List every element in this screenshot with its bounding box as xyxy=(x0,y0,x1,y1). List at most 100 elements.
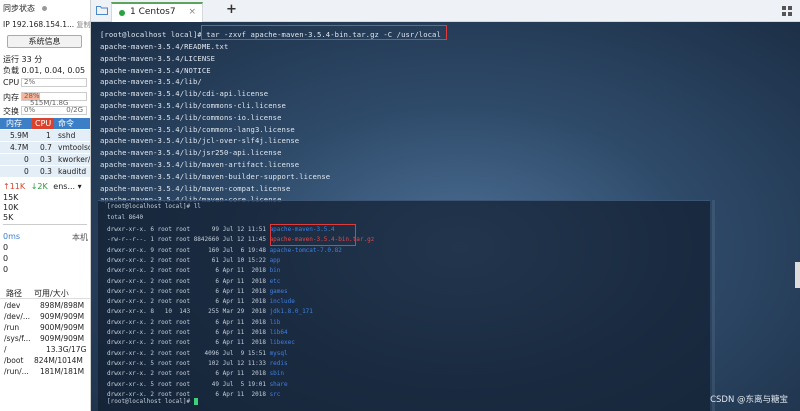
process-row[interactable]: 0 0.3 kauditd xyxy=(0,166,90,177)
terminal-output-line: apache-maven-3.5.4/lib/cdi-api.license xyxy=(100,89,269,99)
disk-row[interactable]: /dev 898M/898M xyxy=(0,300,90,311)
listing-meta: drwxr-xr-x. 6 root root 99 Jul 12 11:51 xyxy=(107,226,270,233)
listing-row: drwxr-xr-x. 9 root root 160 Jul 6 19:48 … xyxy=(107,247,342,254)
latency-value: 0ms xyxy=(3,232,21,241)
mem-label: 内存 xyxy=(3,93,19,102)
listing-filename: apache-tomcat-7.0.82 xyxy=(269,246,342,254)
listing-meta: drwxr-xr-x. 2 root root 6 Apr 11 2018 xyxy=(107,287,270,295)
col-cpu[interactable]: CPU xyxy=(32,118,55,129)
divider xyxy=(3,224,87,225)
terminal-output-line: apache-maven-3.5.4/lib/commons-lang3.lic… xyxy=(100,124,295,134)
disk-row[interactable]: /run/... 181M/181M xyxy=(0,366,90,377)
listing-row: drwxr-xr-x. 5 root root 102 Jul 12 11:33… xyxy=(107,360,288,367)
listing-meta: drwxr-xr-x. 9 root root 160 Jul 6 19:48 xyxy=(107,246,270,254)
listing-meta: drwxr-xr-x. 2 root root 6 Apr 11 2018 xyxy=(107,277,270,285)
process-row[interactable]: 5.9M 1 sshd xyxy=(0,130,90,141)
listing-filename: redis xyxy=(269,359,288,367)
inner-scrollbar[interactable] xyxy=(712,200,715,411)
listing-meta: drwxr-xr-x. 5 root root 49 Jul 5 19:01 xyxy=(107,380,270,388)
terminal-output-line: apache-maven-3.5.4/lib/maven-builder-sup… xyxy=(100,171,331,181)
close-icon[interactable]: × xyxy=(188,4,196,21)
terminal-output-line: apache-maven-3.5.4/lib/commons-io.licens… xyxy=(100,112,282,122)
listing-row: drwxr-xr-x. 2 root root 6 Apr 11 2018 sr… xyxy=(107,391,280,398)
scrollbar[interactable] xyxy=(795,262,800,288)
listing-meta: drwxr-xr-x. 2 root root 4096 Jul 9 15:51 xyxy=(107,349,270,357)
system-info-button[interactable]: 系统信息 xyxy=(7,35,82,48)
ip-row: IP 192.168.154.1... 复制 xyxy=(3,20,91,29)
watermark: CSDN @东离与糖宝 xyxy=(710,395,788,405)
process-row[interactable]: 0 0.3 kworker/ xyxy=(0,154,90,165)
sidebar: 同步状态 IP 192.168.154.1... 复制 系统信息 运行 33 分… xyxy=(0,0,91,411)
tab-bar: 1 Centos7 × + xyxy=(91,0,800,22)
terminal[interactable]: [root@localhost local]# tar -zxvf apache… xyxy=(91,22,800,411)
add-tab-button[interactable]: + xyxy=(226,2,237,17)
listing-filename: app xyxy=(269,256,281,264)
disk-row[interactable]: /sys/f... 909M/909M xyxy=(0,333,90,344)
grid-icon[interactable] xyxy=(782,6,792,16)
terminal-output-line: apache-maven-3.5.4/lib/commons-cli.licen… xyxy=(100,101,286,110)
cursor xyxy=(193,398,198,405)
connected-dot-icon xyxy=(119,10,125,16)
listing-meta: drwxr-xr-x. 2 root root 6 Apr 11 2018 xyxy=(107,329,270,336)
listing-row: drwxr-xr-x. 2 root root 6 Apr 11 2018 bi… xyxy=(107,267,280,274)
listing-filename: lib xyxy=(269,318,281,326)
terminal-output-line: apache-maven-3.5.4/LICENSE xyxy=(100,53,216,63)
listing-row: drwxr-xr-x. 2 root root 6 Apr 11 2018 li… xyxy=(107,329,288,336)
listing-filename: etc xyxy=(269,277,281,285)
listing-row: drwxr-xr-x. 2 root root 4096 Jul 9 15:51… xyxy=(107,350,288,357)
tab-centos7[interactable]: 1 Centos7 × xyxy=(111,2,203,22)
network-row: ↑11K ↓2K ens... ▾ xyxy=(3,182,82,191)
listing-filename: bin xyxy=(269,267,281,275)
listing-meta: drwxr-xr-x. 2 root root 6 Apr 11 2018 xyxy=(107,370,270,378)
disk-row[interactable]: /boot 824M/1014M xyxy=(0,355,90,366)
disk-row[interactable]: /dev/... 909M/909M xyxy=(0,311,90,322)
latency-scale: 0 xyxy=(3,265,9,274)
total-line: total 8640 xyxy=(107,214,144,221)
listing-meta: drwxr-xr-x. 2 root root 6 Apr 11 2018 xyxy=(107,267,270,275)
listing-filename: share xyxy=(269,380,288,388)
load-average: 负载 0.01, 0.04, 0.05 xyxy=(3,66,86,75)
listing-meta: drwxr-xr-x. 5 root root 102 Jul 12 11:33 xyxy=(107,359,270,367)
listing-row: drwxr-xr-x. 2 root root 61 Jul 10 15:22 … xyxy=(107,257,280,264)
cpu-label: CPU xyxy=(3,78,20,87)
latency-scale: 0 xyxy=(3,254,9,263)
listing-filename: jdk1.8.0_171 xyxy=(269,308,313,316)
terminal-output-line: apache-maven-3.5.4/lib/maven-compat.lice… xyxy=(100,183,291,193)
command-highlight-box xyxy=(201,25,447,40)
listing-row: drwxr-xr-x. 2 root root 6 Apr 11 2018 ga… xyxy=(107,288,288,295)
listing-row: drwxr-xr-x. 2 root root 6 Apr 11 2018 li… xyxy=(107,319,280,326)
listing-filename: lib64 xyxy=(269,329,288,336)
listing-filename: mysql xyxy=(269,349,288,357)
terminal-output-line: apache-maven-3.5.4/lib/maven-artifact.li… xyxy=(100,160,300,169)
maven-highlight-box xyxy=(270,224,356,246)
cpu-meter: 2% xyxy=(21,78,87,87)
listing-filename: libexec xyxy=(269,339,295,347)
listing-row: drwxr-xr-x. 2 root root 6 Apr 11 2018 in… xyxy=(107,298,295,305)
listing-meta: -rw-r--r--. 1 root root 8842660 Jul 12 1… xyxy=(107,236,270,244)
folder-icon[interactable] xyxy=(96,5,108,15)
listing-meta: drwxr-xr-x. 2 root root 6 Apr 11 2018 xyxy=(107,318,270,326)
latency-host[interactable]: 本机 xyxy=(72,232,88,243)
listing-filename: games xyxy=(269,287,288,295)
col-mem[interactable]: 内存 xyxy=(6,118,22,129)
network-interface-select[interactable]: ens... xyxy=(53,182,75,191)
col-cmd[interactable]: 命令 xyxy=(58,118,74,129)
listing-row: drwxr-xr-x. 5 root root 49 Jul 5 19:01 s… xyxy=(107,381,288,388)
terminal-output-line: apache-maven-3.5.4/NOTICE xyxy=(100,65,211,75)
process-row[interactable]: 4.7M 0.7 vmtoolsd xyxy=(0,142,90,153)
listing-meta: drwxr-xr-x. 2 root root 6 Apr 11 2018 xyxy=(107,298,270,306)
listing-meta: drwxr-xr-x. 8 10 143 255 Mar 29 2018 xyxy=(107,308,270,316)
terminal-output-line: apache-maven-3.5.4/lib/ xyxy=(100,77,202,87)
listing-filename: include xyxy=(269,298,295,306)
listing-filename: src xyxy=(269,390,281,398)
chevron-down-icon[interactable]: ▾ xyxy=(78,182,82,191)
disk-row[interactable]: /13.3G/17G xyxy=(0,344,90,355)
terminal-output-line: apache-maven-3.5.4/lib/jsr250-api.licens… xyxy=(100,148,282,158)
disk-row[interactable]: /run 900M/909M xyxy=(0,322,90,333)
terminal-listing-pane: [root@localhost local]# ll total 8640 dr… xyxy=(98,200,710,411)
net-scale-label: 15K xyxy=(3,193,19,202)
copy-link[interactable]: 复制 xyxy=(77,21,90,29)
final-prompt: [root@localhost local]# xyxy=(107,398,198,405)
listing-row: drwxr-xr-x. 8 10 143 255 Mar 29 2018 jdk… xyxy=(107,308,313,315)
status-dot-icon xyxy=(41,6,47,11)
